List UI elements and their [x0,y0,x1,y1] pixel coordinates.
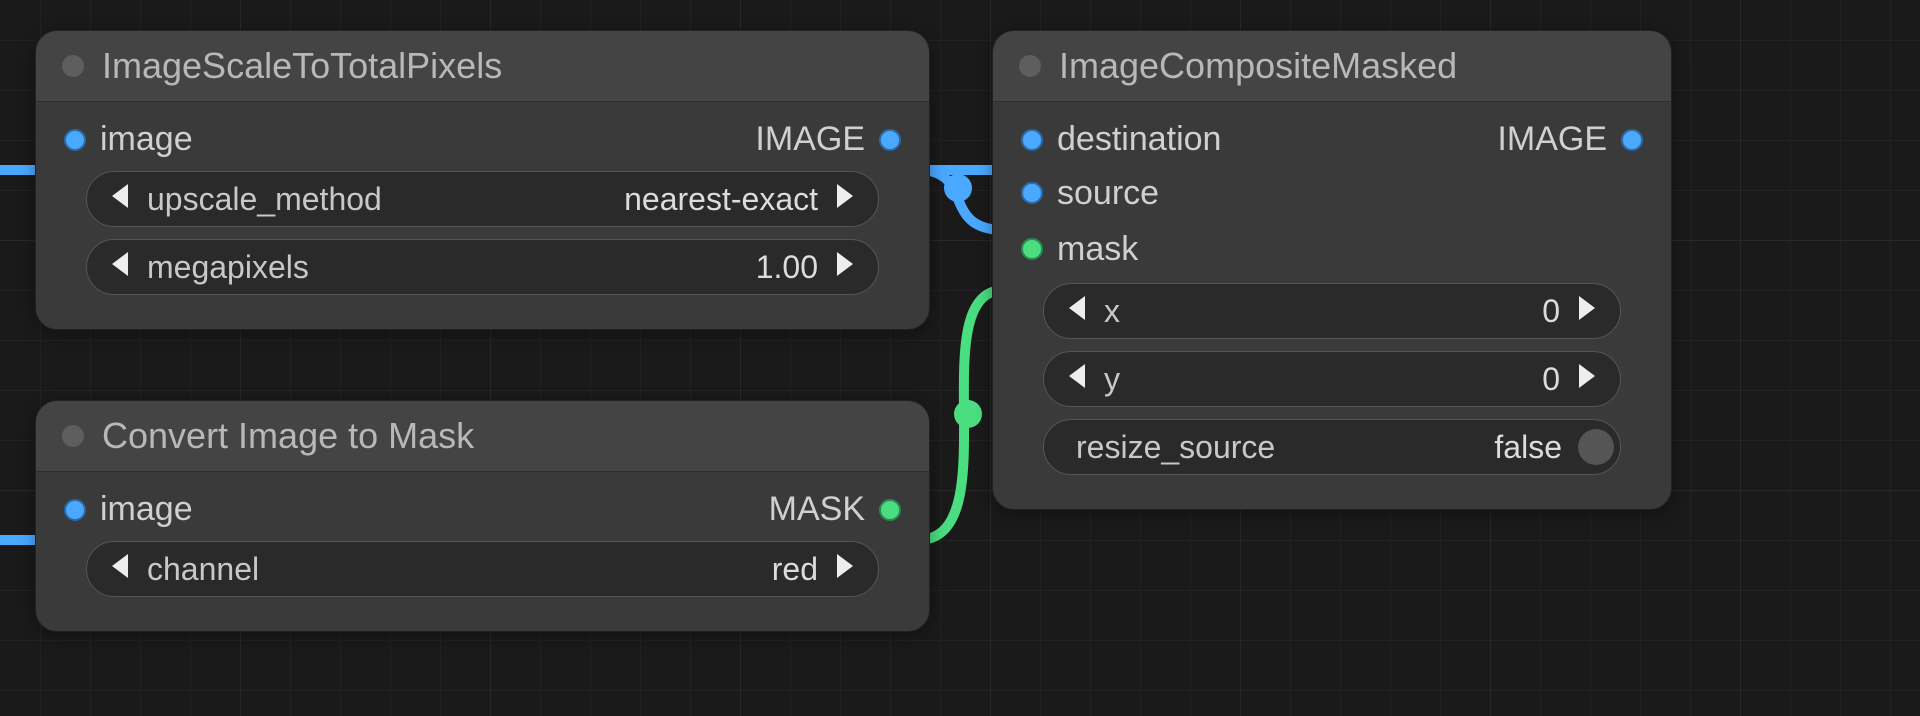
node-title: ImageScaleToTotalPixels [102,45,502,87]
chevron-right-icon[interactable] [1566,295,1608,327]
chevron-right-icon[interactable] [824,251,866,283]
widget-value: 1.00 [309,249,824,286]
node-image-scale-to-total-pixels[interactable]: ImageScaleToTotalPixels image IMAGE upsc… [35,30,930,330]
widget-label: x [1098,293,1120,330]
chevron-left-icon[interactable] [1056,295,1098,327]
input-port-image[interactable] [64,499,86,521]
node-header[interactable]: ImageScaleToTotalPixels [36,31,929,102]
output-port-image[interactable] [1621,129,1643,151]
chevron-right-icon[interactable] [1566,363,1608,395]
node-title: ImageCompositeMasked [1059,45,1457,87]
output-port-mask[interactable] [879,499,901,521]
chevron-left-icon[interactable] [99,553,141,585]
node-image-composite-masked[interactable]: ImageCompositeMasked destination IMAGE s… [992,30,1672,510]
output-label-mask: MASK [769,490,865,529]
input-label-destination: destination [1057,120,1221,159]
input-label-image: image [100,490,193,529]
widget-label: y [1098,361,1120,398]
widget-value: 0 [1120,361,1566,398]
output-label-image: IMAGE [1497,120,1607,159]
widget-x[interactable]: x 0 [1043,283,1621,339]
widget-label: megapixels [141,249,309,286]
widget-channel[interactable]: channel red [86,541,879,597]
output-label-image: IMAGE [755,120,865,159]
collapse-dot-icon[interactable] [62,55,84,77]
widget-label: upscale_method [141,181,382,218]
node-convert-image-to-mask[interactable]: Convert Image to Mask image MASK channel… [35,400,930,632]
input-port-mask[interactable] [1021,238,1043,260]
input-port-destination[interactable] [1021,129,1043,151]
output-port-image[interactable] [879,129,901,151]
input-label-image: image [100,120,193,159]
widget-value: false [1275,429,1568,466]
chevron-right-icon[interactable] [824,553,866,585]
chevron-left-icon[interactable] [99,251,141,283]
widget-label: resize_source [1056,429,1275,466]
widget-megapixels[interactable]: megapixels 1.00 [86,239,879,295]
widget-value: red [259,551,824,588]
widget-resize-source[interactable]: resize_source false [1043,419,1621,475]
widget-upscale-method[interactable]: upscale_method nearest-exact [86,171,879,227]
input-label-source: source [1057,174,1159,213]
input-port-image[interactable] [64,129,86,151]
collapse-dot-icon[interactable] [1019,55,1041,77]
node-header[interactable]: Convert Image to Mask [36,401,929,472]
node-title: Convert Image to Mask [102,415,474,457]
chevron-left-icon[interactable] [99,183,141,215]
chevron-left-icon[interactable] [1056,363,1098,395]
widget-label: channel [141,551,259,588]
collapse-dot-icon[interactable] [62,425,84,447]
widget-value: 0 [1120,293,1566,330]
node-header[interactable]: ImageCompositeMasked [993,31,1671,102]
input-label-mask: mask [1057,230,1138,269]
chevron-right-icon[interactable] [824,183,866,215]
widget-value: nearest-exact [382,181,824,218]
toggle-knob-icon[interactable] [1578,429,1614,465]
widget-y[interactable]: y 0 [1043,351,1621,407]
input-port-source[interactable] [1021,182,1043,204]
